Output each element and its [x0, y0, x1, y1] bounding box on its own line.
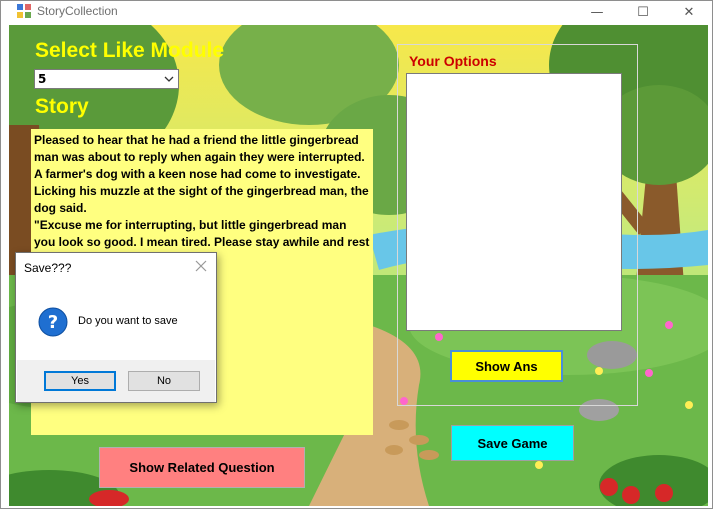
- dialog-message: Do you want to save: [78, 315, 178, 327]
- maximize-button[interactable]: ☐: [620, 1, 666, 23]
- story-text: Pleased to hear that he had a friend the…: [34, 133, 370, 266]
- dialog-title: Save???: [24, 261, 72, 275]
- options-list[interactable]: [406, 73, 622, 331]
- question-icon: ?: [38, 307, 68, 337]
- options-label: Your Options: [409, 53, 497, 69]
- show-ans-button[interactable]: Show Ans: [450, 350, 563, 382]
- save-game-button[interactable]: Save Game: [451, 425, 574, 461]
- svg-text:?: ?: [48, 312, 58, 333]
- maximize-icon: ☐: [637, 4, 649, 20]
- app-window: StoryCollection — ☐ ✕ Select Like Module…: [0, 0, 713, 509]
- chevron-down-icon: [164, 76, 174, 82]
- yes-button[interactable]: Yes: [44, 371, 116, 391]
- close-icon: ✕: [683, 4, 695, 20]
- minimize-button[interactable]: —: [574, 1, 620, 23]
- module-select-value: 5: [38, 72, 47, 86]
- save-dialog: Save??? ? Do you want to save Yes No: [15, 252, 217, 403]
- show-related-question-button[interactable]: Show Related Question: [99, 447, 305, 488]
- app-icon: [17, 4, 31, 18]
- no-button[interactable]: No: [128, 371, 200, 391]
- module-select[interactable]: 5: [34, 69, 179, 89]
- minimize-icon: —: [590, 4, 604, 20]
- story-label: Story: [35, 95, 89, 118]
- close-button[interactable]: ✕: [666, 1, 712, 23]
- select-module-label: Select Like Module: [35, 39, 225, 62]
- title-bar: StoryCollection — ☐ ✕: [1, 1, 712, 23]
- dialog-close-icon[interactable]: [193, 258, 209, 274]
- window-title: StoryCollection: [37, 4, 118, 18]
